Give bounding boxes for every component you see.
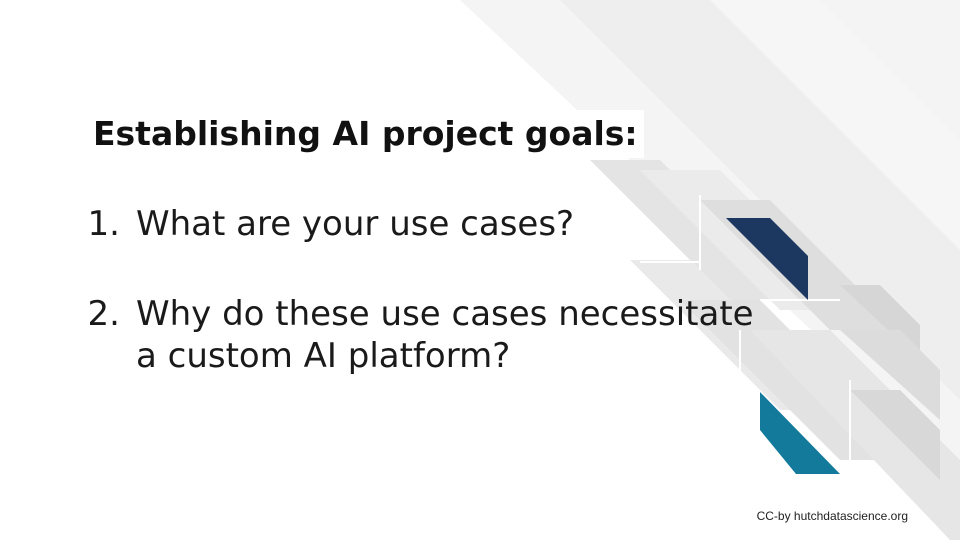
- slide-title: Establishing AI project goals:: [87, 110, 644, 158]
- list-item-text: Why do these use cases necessitate: [136, 294, 754, 334]
- list-item-text-continuation: a custom AI platform?: [136, 336, 511, 376]
- list-item: 2. Why do these use cases necessitate a …: [80, 294, 820, 378]
- list-item-text: What are your use cases?: [136, 204, 575, 244]
- list-item-number: 1.: [87, 204, 120, 244]
- list-item-number: 2.: [87, 294, 120, 334]
- decorative-background: [460, 0, 960, 540]
- list-item: 1. What are your use cases?: [80, 204, 640, 244]
- slide: Establishing AI project goals: 1. What a…: [0, 0, 960, 540]
- license-footer: CC-by hutchdatascience.org: [756, 509, 908, 523]
